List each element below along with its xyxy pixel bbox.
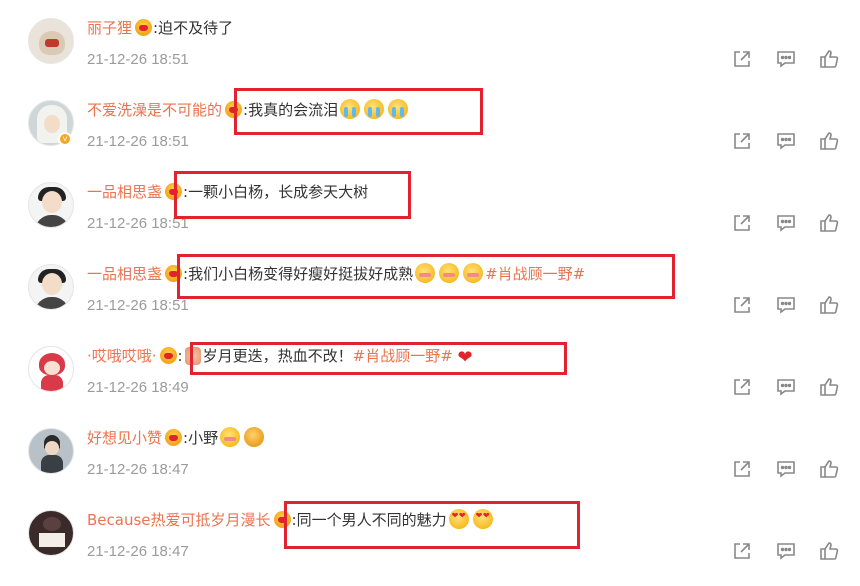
user-avatar[interactable]	[28, 346, 74, 392]
username-link[interactable]: 不爱洗澡是不可能的	[87, 101, 222, 119]
user-avatar[interactable]	[28, 182, 74, 228]
comment-icon[interactable]	[775, 48, 797, 70]
thumbs-up-icon[interactable]	[818, 458, 840, 480]
highlight-box	[177, 254, 675, 299]
thumbs-up-icon[interactable]	[818, 48, 840, 70]
member-badge-icon	[165, 429, 183, 446]
highlight-box	[284, 501, 580, 549]
comment-timestamp: 21-12-26 18:51	[87, 133, 189, 150]
user-avatar[interactable]	[28, 264, 74, 310]
highlight-box	[174, 171, 411, 219]
comment-icon[interactable]	[775, 130, 797, 152]
comment-text: 小野	[188, 429, 219, 447]
username-link[interactable]: 丽子狸	[87, 19, 132, 37]
username-link[interactable]: Because热爱可抵岁月漫长	[87, 511, 271, 529]
user-avatar[interactable]	[28, 428, 74, 474]
share-icon[interactable]	[731, 294, 753, 316]
shocked-emoji-icon	[244, 427, 265, 447]
user-avatar[interactable]	[28, 510, 74, 556]
comment-timestamp: 21-12-26 18:47	[87, 461, 189, 478]
comment-icon[interactable]	[775, 458, 797, 480]
share-icon[interactable]	[731, 130, 753, 152]
thumbs-up-icon[interactable]	[818, 294, 840, 316]
comment-line: 好想见小赞:小野	[87, 427, 266, 449]
comment-text: 迫不及待了	[158, 19, 234, 37]
share-icon[interactable]	[731, 376, 753, 398]
thumbs-up-icon[interactable]	[818, 376, 840, 398]
thumbs-up-icon[interactable]	[818, 540, 840, 562]
username-link[interactable]: 一品相思盏	[87, 183, 162, 201]
username-link[interactable]: ·哎哦哎哦·	[87, 347, 157, 365]
username-link[interactable]: 一品相思盏	[87, 265, 162, 283]
highlight-box	[234, 88, 483, 135]
thumbs-up-icon[interactable]	[818, 212, 840, 234]
comment-icon[interactable]	[775, 294, 797, 316]
comment-icon[interactable]	[775, 212, 797, 234]
verified-badge-icon: v	[58, 132, 72, 146]
comment-icon[interactable]	[775, 376, 797, 398]
member-badge-icon	[135, 19, 153, 36]
share-icon[interactable]	[731, 48, 753, 70]
share-icon[interactable]	[731, 458, 753, 480]
user-avatar[interactable]	[28, 18, 74, 64]
share-icon[interactable]	[731, 212, 753, 234]
username-link[interactable]: 好想见小赞	[87, 429, 162, 447]
shy-emoji-icon	[220, 427, 241, 447]
highlight-box	[190, 342, 567, 375]
share-icon[interactable]	[731, 540, 753, 562]
comment-timestamp: 21-12-26 18:51	[87, 297, 189, 314]
comment-timestamp: 21-12-26 18:49	[87, 379, 189, 396]
thumbs-up-icon[interactable]	[818, 130, 840, 152]
comment-timestamp: 21-12-26 18:47	[87, 543, 189, 560]
comment-icon[interactable]	[775, 540, 797, 562]
comment-timestamp: 21-12-26 18:51	[87, 51, 189, 68]
member-badge-icon	[159, 347, 177, 364]
comment-line: 丽子狸:迫不及待了	[87, 19, 234, 37]
